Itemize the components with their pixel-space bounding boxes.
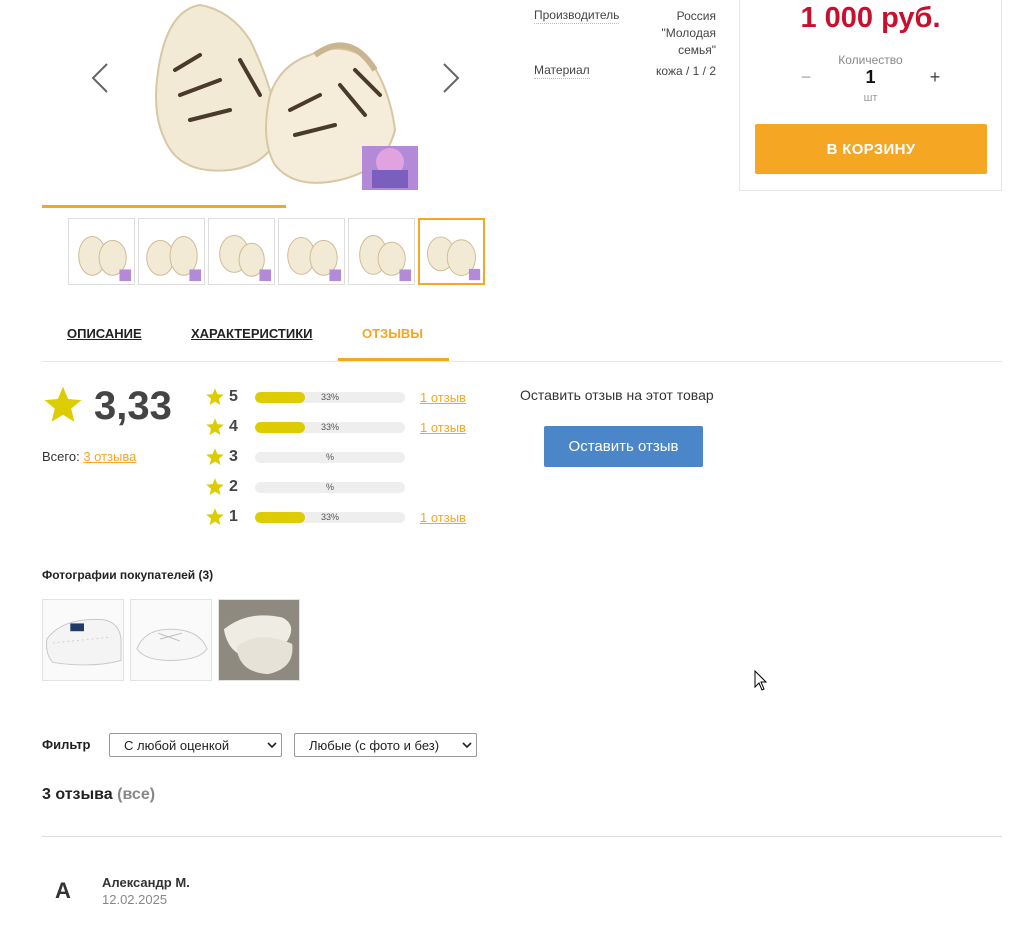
spec-row-manufacturer: Производитель Россия "Молодая семья": [534, 8, 716, 59]
spec-name: Производитель: [534, 8, 620, 24]
rating-count-link[interactable]: 1 отзыв: [420, 510, 466, 525]
mouse-cursor-icon: [754, 670, 768, 691]
add-to-cart-button[interactable]: В КОРЗИНУ: [755, 124, 987, 174]
active-tab-indicator: [338, 358, 449, 361]
star-icon: [205, 507, 225, 527]
filter-label: Фильтр: [42, 737, 91, 752]
average-rating: 3,33: [94, 384, 172, 428]
rating-row: 4 33% 1 отзыв: [205, 416, 466, 438]
avatar: А: [55, 878, 71, 903]
product-tabs: ОПИСАНИЕ ХАРАКТЕРИСТИКИ ОТЗЫВЫ: [42, 312, 1002, 362]
all-reviews-link[interactable]: (все): [117, 786, 155, 803]
tab-description[interactable]: ОПИСАНИЕ: [67, 326, 142, 341]
rating-row: 2%: [205, 476, 405, 498]
quantity-value[interactable]: 1: [740, 67, 1001, 88]
gallery-prev-arrow-icon[interactable]: [90, 62, 110, 94]
quantity-unit: шт: [863, 92, 878, 104]
customer-photos-title: Фотографии покупателей (3): [42, 568, 214, 582]
leave-review-text: Оставить отзыв на этот товар: [520, 387, 714, 403]
rating-bar-text: 33%: [320, 511, 339, 522]
star-icon: [44, 386, 82, 422]
photo-filter-select[interactable]: Любые (с фото и без): [294, 733, 477, 757]
thumbnail-strip: [68, 218, 485, 285]
quantity-increase-button[interactable]: +: [925, 67, 945, 88]
rating-filter-select[interactable]: С любой оценкой: [109, 733, 282, 757]
rating-bar: %: [255, 481, 405, 493]
star-icon: [205, 417, 225, 437]
rating-row: 3%: [205, 446, 405, 468]
rating-stars-value: 5: [229, 388, 238, 405]
chevron-down-icon: [267, 742, 277, 749]
spec-value: кожа / 1 / 2: [656, 64, 716, 78]
rating-stars-value: 3: [229, 448, 238, 465]
customer-photo[interactable]: [42, 599, 124, 681]
thumbnail[interactable]: [208, 218, 275, 285]
price: 1 000 руб.: [800, 2, 941, 34]
thumbnail[interactable]: [68, 218, 135, 285]
review-date: 12.02.2025: [102, 892, 168, 907]
gallery-progress-bar: [42, 205, 286, 208]
thumbnail[interactable]: [348, 218, 415, 285]
star-icon: [205, 447, 225, 467]
review-author: Александр М.: [102, 875, 190, 890]
tab-reviews[interactable]: ОТЗЫВЫ: [362, 326, 423, 341]
rating-bar: %: [255, 451, 405, 463]
rating-bar-text: %: [325, 481, 334, 492]
rating-bar: 33%: [255, 511, 405, 523]
reviews-count-title: 3 отзыва (все): [42, 786, 156, 803]
total-reviews: Всего: 3 отзыва: [42, 449, 137, 464]
rating-stars-value: 4: [229, 418, 238, 435]
star-icon: [205, 477, 225, 497]
rating-count-link[interactable]: 1 отзыв: [420, 390, 466, 405]
thumbnail[interactable]: [278, 218, 345, 285]
gallery-next-arrow-icon[interactable]: [441, 62, 461, 94]
buy-box: 1 000 руб. Количество − 1 + шт В КОРЗИНУ: [739, 0, 1002, 191]
rating-count-link[interactable]: 1 отзыв: [420, 420, 466, 435]
divider: [42, 836, 1002, 837]
rating-bar: 33%: [255, 421, 405, 433]
customer-photo[interactable]: [218, 599, 300, 681]
quantity-decrease-button[interactable]: −: [796, 67, 816, 88]
spec-name: Материал: [534, 63, 590, 79]
customer-photo[interactable]: [130, 599, 212, 681]
tab-specifications[interactable]: ХАРАКТЕРИСТИКИ: [191, 326, 313, 341]
star-icon: [205, 387, 225, 407]
rating-stars-value: 1: [229, 508, 238, 525]
product-specs: Производитель Россия "Молодая семья" Мат…: [534, 8, 716, 84]
total-reviews-link[interactable]: 3 отзыва: [83, 449, 136, 464]
chevron-down-icon: [462, 742, 472, 749]
rating-bar-text: %: [325, 451, 334, 462]
rating-bar: 33%: [255, 391, 405, 403]
rating-row: 5 33% 1 отзыв: [205, 386, 466, 408]
rating-stars-value: 2: [229, 478, 238, 495]
thumbnail[interactable]: [138, 218, 205, 285]
quantity-label: Количество: [838, 53, 903, 67]
rating-row: 1 33% 1 отзыв: [205, 506, 466, 528]
thumbnail-active[interactable]: [418, 218, 485, 285]
leave-review-button[interactable]: Оставить отзыв: [544, 426, 703, 467]
rating-bar-text: 33%: [320, 421, 339, 432]
customer-photos: [42, 599, 300, 681]
rating-bar-text: 33%: [320, 391, 339, 402]
photo-filter-value: Любые (с фото и без): [309, 737, 440, 753]
rating-filter-value: С любой оценкой: [124, 737, 230, 753]
main-product-photo: [120, 0, 420, 192]
spec-row-material: Материал кожа / 1 / 2: [534, 63, 716, 80]
spec-value: Россия "Молодая семья": [661, 9, 716, 57]
